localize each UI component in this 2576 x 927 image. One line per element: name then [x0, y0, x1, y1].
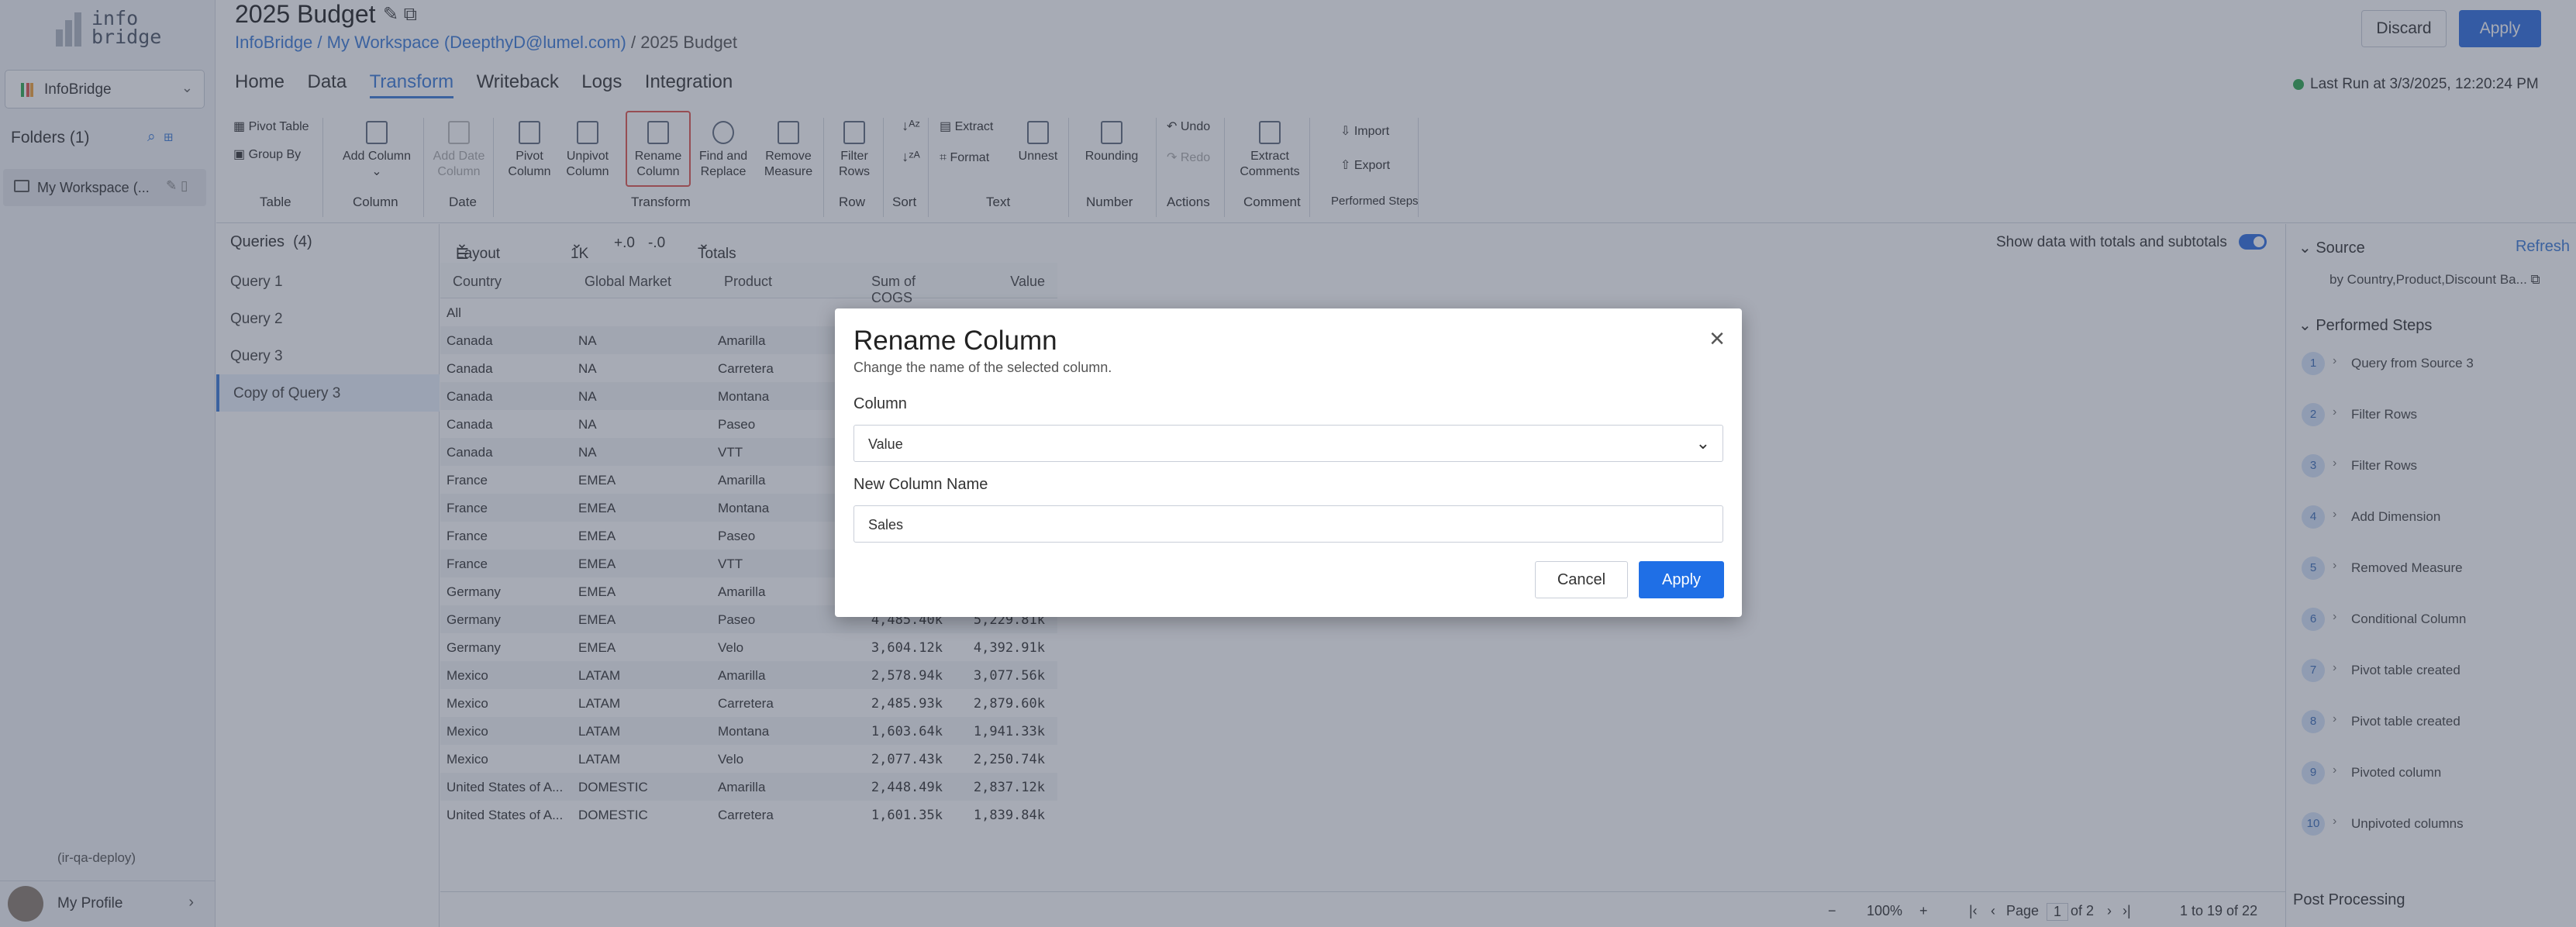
- rename-column-dialog: Rename Column Change the name of the sel…: [835, 308, 1742, 617]
- new-column-name-input[interactable]: Sales: [853, 505, 1723, 543]
- cancel-button[interactable]: Cancel: [1535, 561, 1628, 598]
- chevron-down-icon: ⌄: [1695, 433, 1710, 453]
- new-column-name-value: Sales: [868, 517, 904, 532]
- apply-rename-button[interactable]: Apply: [1639, 561, 1724, 598]
- new-column-name-label: New Column Name: [853, 476, 988, 493]
- column-select-value: Value: [868, 436, 903, 452]
- dialog-title: Rename Column: [853, 326, 1057, 356]
- column-select[interactable]: Value ⌄: [853, 425, 1723, 462]
- dialog-subtitle: Change the name of the selected column.: [853, 360, 1112, 375]
- column-label: Column: [853, 395, 907, 412]
- close-icon[interactable]: ×: [1709, 326, 1725, 352]
